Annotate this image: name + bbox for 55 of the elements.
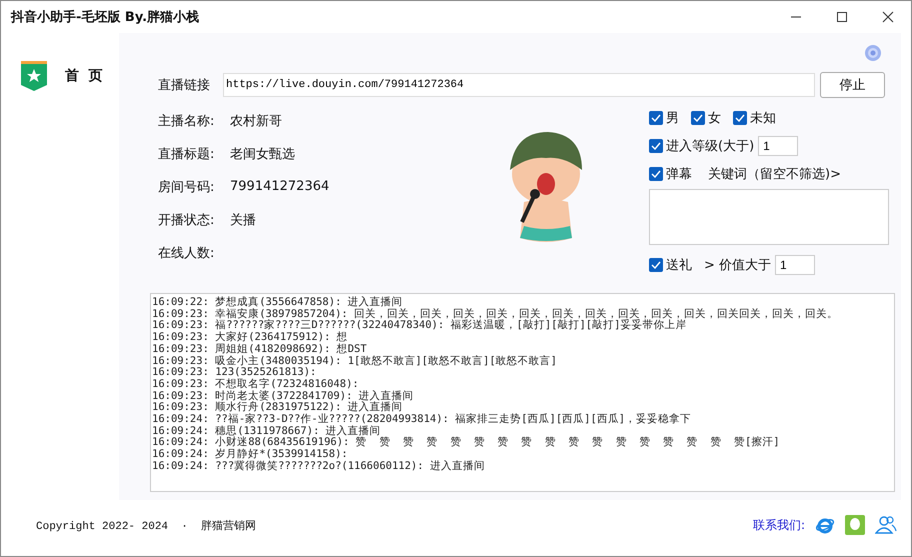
log-line: 16:09:24: 岁月静好*(3539914158): [152, 449, 349, 460]
log-line: 16:09:24: ???冀得微笑???????2o?(1166060112): 进入直播间 [152, 460, 486, 473]
users-icon[interactable] [875, 515, 897, 535]
info-value: 老闺女甄选 [230, 146, 295, 162]
log-line: 16:09:23: 幸福安康(38979857204): 回关，回关，回关，回关，回关，回关，回关，回关，回关，回关，回关，回关回关，回关，回关。 [152, 308, 840, 320]
gender-checkbox[interactable]: 女 [691, 109, 721, 127]
checkmark-icon [651, 142, 661, 150]
contact-label: 联系我们: [752, 516, 805, 534]
window-title: 抖音小助手-毛坯版 By.胖猫小栈 [11, 8, 200, 26]
stop-button[interactable]: 停止 [820, 72, 885, 98]
close-icon[interactable] [882, 11, 894, 23]
keyword-field[interactable] [649, 189, 889, 245]
gift-value-field[interactable]: 1 [775, 255, 816, 275]
gift-value-label: > 价值大于 [704, 257, 772, 274]
log-line: 16:09:23: 时尚老太婆(3722841709): 进入直播间 [152, 390, 415, 402]
checkmark-icon [651, 170, 661, 178]
log-line: 16:09:23: 不想取名字(72324816048): [152, 378, 360, 390]
log-line: 16:09:23: 123(3525261813): [152, 367, 318, 378]
info-label: 直播标题: [158, 146, 216, 162]
gender-checkbox[interactable]: 未知 [733, 109, 776, 127]
info-value: 农村新哥 [230, 112, 282, 130]
log-line: 16:09:24: ??福-家??3-D??作-业?????(28204993814): 福家排三走势[西瓜][西瓜][西瓜]，妥妥稳拿下 [152, 414, 692, 426]
danmaku-checkbox[interactable]: 弹幕 [649, 165, 692, 183]
log-line: 16:09:23: 周姐姐(4182098692): 想DST [152, 344, 368, 355]
keyword-label: 关键词（留空不筛选)> [708, 166, 841, 183]
info-label: 在线人数: [158, 244, 216, 262]
log-line: 16:09:24: 小财迷88(68435619196): 赞 赞 赞 赞 赞 赞 赞 赞 赞 赞 赞 赞 赞 赞 赞 赞 赞[擦汗] [152, 437, 781, 448]
info-value: 关播 [230, 212, 256, 228]
copyright-text: Copyright 2022- 2024 · 胖猫营销网 [36, 519, 256, 532]
url-field[interactable]: https://live.douyin.com/799141272364 [223, 73, 815, 97]
info-label: 房间号码: [158, 178, 216, 196]
checkmark-icon [651, 261, 661, 269]
info-label: 主播名称: [158, 112, 216, 130]
gift-checkbox[interactable]: 送礼 [649, 256, 692, 274]
level-checkbox[interactable]: 进入等级(大于) [649, 137, 754, 155]
checkmark-icon [735, 114, 745, 122]
info-label: 开播状态: [158, 212, 216, 228]
maximize-icon[interactable] [836, 11, 848, 23]
log-line: 16:09:23: 吸金小主(3480035194): 1[敢怒不敢言][敢怒不敢言][敢怒不敢言] [152, 356, 558, 367]
log-line: 16:09:24: 穗思(1311978667): 进入直播间 [152, 426, 381, 437]
gender-checkbox[interactable]: 男 [649, 109, 679, 127]
info-value: 799141272364 [230, 179, 330, 194]
star-badge-icon [21, 61, 47, 91]
sidebar-item[interactable]: 首 页 [1, 59, 119, 91]
log-line: 16:09:22: 梦想成真(3556647858): 进入直播间 [152, 297, 404, 308]
checkmark-icon [693, 114, 703, 122]
link-label: 直播链接 [158, 77, 210, 94]
chat-bubble-icon[interactable] [845, 515, 865, 535]
log-line: 16:09:23: 福??????家????三D??????(32240478340): 福彩送温暖，[敲打][敲打][敲打]妥妥带你上岸 [152, 320, 688, 332]
settings-icon[interactable] [863, 43, 883, 63]
log-line: 16:09:23: 顺水行舟(2831975122): 进入直播间 [152, 402, 404, 414]
level-field[interactable]: 1 [758, 136, 798, 156]
log-line: 16:09:23: 大家好(2364175912): 想 [152, 332, 349, 344]
log-area[interactable] [150, 293, 895, 492]
checkmark-icon [651, 114, 661, 122]
